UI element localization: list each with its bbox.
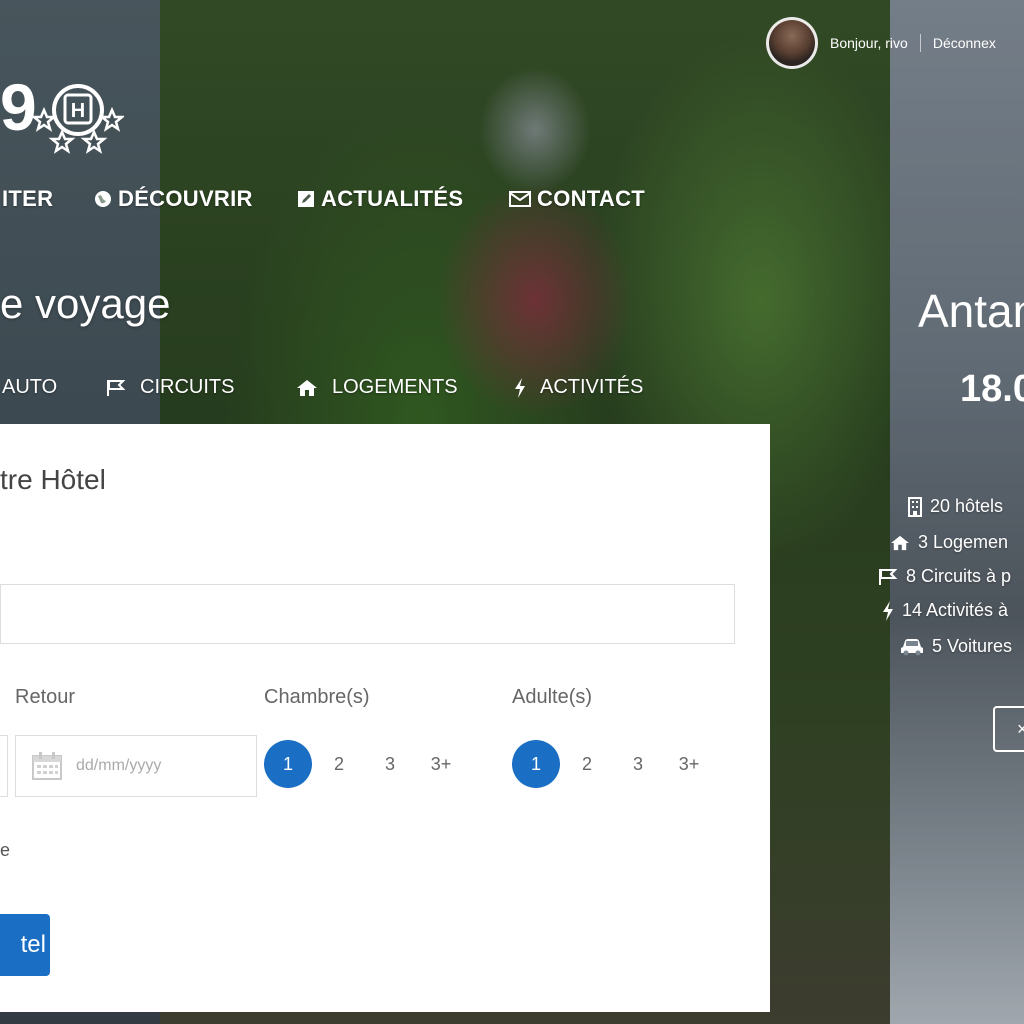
promo-price: 18.0 [960,368,1024,410]
tab-auto[interactable]: AUTO [2,376,57,399]
return-date-input[interactable]: dd/mm/yyyy [15,735,257,797]
rooms-picker: 1 2 3 3+ [264,740,468,788]
rooms-option-3-plus[interactable]: 3+ [417,740,465,788]
nav-item-iter[interactable]: ITER [2,186,53,212]
nav-item-contact[interactable]: CONTACT [509,186,645,212]
adults-option-3[interactable]: 3 [614,740,662,788]
calendar-icon [32,752,62,780]
rooms-label: Chambre(s) [264,686,370,708]
adults-label: Adulte(s) [512,686,593,708]
edit-icon [298,191,314,207]
hero-headline: e voyage [0,280,171,327]
stat-circuits: 8 Circuits à p [878,566,1011,587]
adults-option-2[interactable]: 2 [563,740,611,788]
stat-activites: 14 Activités à [882,600,1008,621]
tab-logements[interactable]: LOGEMENTS [296,376,458,399]
hotel-stars-badge-icon: H [32,84,124,154]
promo-city: Antan [918,285,1024,337]
search-hotel-button[interactable]: tel [0,914,50,976]
flag-icon [879,568,898,585]
stat-text: 14 Activités à [902,600,1009,620]
rooms-option-3[interactable]: 3 [366,740,414,788]
date-placeholder: dd/mm/yyyy [76,757,162,774]
tab-activites[interactable]: ACTIVITÉS [514,376,643,399]
bolt-icon [515,377,525,398]
tab-circuits[interactable]: CIRCUITS [106,376,234,399]
nav-item-label: ITER [2,186,54,211]
avatar[interactable] [766,17,818,69]
stat-text: 20 hôtels [930,496,1004,516]
tab-label: ACTIVITÉS [540,376,644,398]
departure-date-input[interactable] [0,735,8,797]
tab-label: LOGEMENTS [332,376,458,398]
user-menu: Bonjour, rivo Déconnex [766,14,996,72]
panel-title: tre Hôtel [0,464,106,495]
logo-number: 9 [0,70,37,144]
adults-option-3-plus[interactable]: 3+ [665,740,713,788]
flag-icon [107,379,126,396]
divider [919,34,921,52]
home-icon [891,535,909,550]
globe-icon [95,191,111,207]
stat-text: 5 Voitures [932,636,1013,656]
hotel-search-panel: tre Hôtel Retour Chambre(s) Adulte(s) dd… [0,424,770,1012]
bolt-icon [883,600,893,621]
adults-picker: 1 2 3 3+ [512,740,716,788]
nav-item-label: ACTUALITÉS [321,186,464,211]
stat-logements: 3 Logemen [890,532,1008,553]
building-icon [908,496,922,517]
nav-item-label: DÉCOUVRIR [118,186,253,211]
rooms-option-1[interactable]: 1 [264,740,312,788]
envelope-icon [509,191,531,207]
adults-option-1[interactable]: 1 [512,740,560,788]
tab-label: CIRCUITS [140,376,235,398]
logo-badge-letter: H [71,100,85,122]
option-text[interactable]: e [0,840,10,861]
promo-more-button[interactable]: × [993,706,1024,752]
destination-input[interactable] [0,584,735,644]
rooms-option-2[interactable]: 2 [315,740,363,788]
nav-item-actualites[interactable]: ACTUALITÉS [297,186,463,212]
tab-label: AUTO [2,376,58,398]
logout-link[interactable]: Déconnex [933,35,996,51]
stat-hotels: 20 hôtels [908,496,1003,517]
user-greeting[interactable]: Bonjour, rivo [830,35,908,51]
stat-voitures: 5 Voitures [900,636,1012,657]
site-logo[interactable]: 9 H [0,34,130,154]
stat-text: 8 Circuits à p [906,566,1012,586]
return-label: Retour [15,686,76,708]
stat-text: 3 Logemen [918,532,1009,552]
car-icon [901,638,923,655]
home-icon [297,379,317,396]
nav-item-label: CONTACT [537,186,646,211]
nav-item-decouvrir[interactable]: DÉCOUVRIR [94,186,253,212]
